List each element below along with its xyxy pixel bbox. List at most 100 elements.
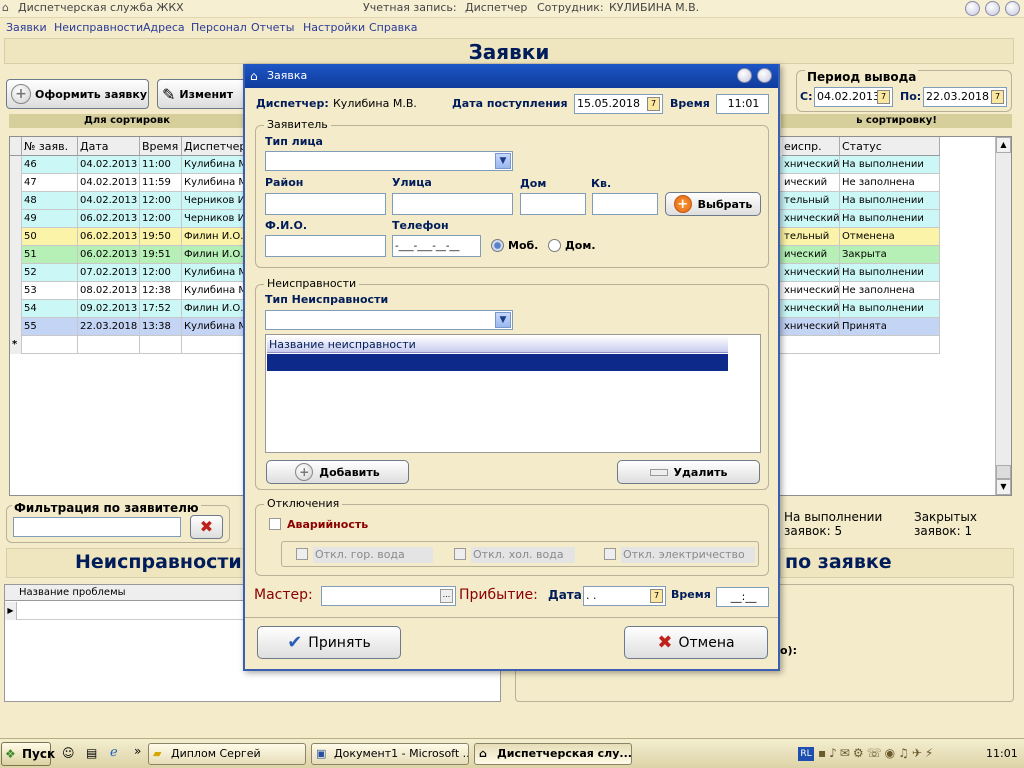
accept-button[interactable]: ✔ Принять <box>257 626 401 659</box>
emergency-checkbox[interactable] <box>269 518 281 530</box>
received-time-label: Время <box>670 97 710 110</box>
fault-list-header[interactable]: Название неисправности <box>267 336 728 353</box>
edit-request-button[interactable]: ✎ Изменит <box>157 79 252 109</box>
dialog-minimize-button[interactable] <box>737 68 752 83</box>
cell-type: хнический <box>782 318 840 336</box>
person-type-select[interactable]: ▼ <box>265 151 513 171</box>
ellipsis-icon[interactable]: ... <box>440 589 453 603</box>
received-date-field[interactable]: 15.05.2018 7 <box>574 94 663 114</box>
select-address-button[interactable]: + Выбрать <box>665 192 761 216</box>
quicklaunch-icon[interactable]: ☺ <box>62 746 75 760</box>
filter-input[interactable] <box>13 517 181 537</box>
taskbar-item-folder[interactable]: ▰ Диплом Сергей <box>148 743 306 765</box>
master-field[interactable]: ... <box>321 586 456 606</box>
row-selector[interactable] <box>10 282 22 300</box>
calendar-icon[interactable]: 7 <box>877 90 890 104</box>
scroll-down-icon[interactable]: ▼ <box>996 479 1011 495</box>
home-phone-radio[interactable] <box>548 239 561 252</box>
taskbar-item-word[interactable]: ▣ Документ1 - Microsoft ... <box>311 743 469 765</box>
cell-num: 53 <box>22 282 78 300</box>
column-header-time[interactable]: Время <box>140 137 182 156</box>
taskbar-item-folder-label: Диплом Сергей <box>171 747 261 760</box>
fio-input[interactable] <box>265 235 386 257</box>
column-header-dispatcher[interactable]: Диспетчер <box>182 137 246 156</box>
menu-addresses[interactable]: Адреса <box>143 21 185 34</box>
cell-date: 06.02.2013 <box>78 210 140 228</box>
add-fault-button[interactable]: + Добавить <box>266 460 409 484</box>
row-selector[interactable] <box>10 300 22 318</box>
calendar-icon[interactable]: 7 <box>991 90 1004 104</box>
page-title: Заявки <box>468 40 550 64</box>
row-selector[interactable] <box>10 210 22 228</box>
menu-settings[interactable]: Настройки <box>303 21 365 34</box>
system-tray-icons[interactable]: ▪♪✉⚙☏◉♫✈⚡ <box>818 746 978 762</box>
folder-icon: ▰ <box>153 747 162 760</box>
scroll-thumb[interactable] <box>996 465 1011 479</box>
apartment-input[interactable] <box>592 193 658 215</box>
clear-filter-button[interactable]: ✖ <box>190 515 223 539</box>
electricity-checkbox[interactable] <box>604 548 616 560</box>
details-label: о): <box>780 644 797 657</box>
row-selector[interactable] <box>10 228 22 246</box>
menu-faults[interactable]: Неисправности <box>54 21 143 34</box>
fault-type-select[interactable]: ▼ <box>265 310 513 330</box>
browser-icon[interactable]: ℯ <box>110 745 118 760</box>
dialog-close-button[interactable] <box>757 68 772 83</box>
fault-list[interactable]: Название неисправности <box>265 334 761 453</box>
create-request-button[interactable]: + Оформить заявку <box>6 79 149 109</box>
row-selector[interactable] <box>10 156 22 174</box>
scroll-up-icon[interactable]: ▲ <box>996 137 1011 153</box>
menu-requests[interactable]: Заявки <box>6 21 47 34</box>
select-address-label: Выбрать <box>697 197 753 211</box>
taskbar-item-app[interactable]: ⌂ Диспетчерская слу... <box>474 743 632 765</box>
menu-reports[interactable]: Отчеты <box>251 21 294 34</box>
row-selector[interactable] <box>10 192 22 210</box>
row-selector[interactable] <box>10 318 22 336</box>
grid-scrollbar[interactable]: ▲ ▼ <box>995 137 1011 495</box>
cell-date: 08.02.2013 <box>78 282 140 300</box>
home-icon: ⌂ <box>250 69 258 83</box>
menu-personnel[interactable]: Персонал <box>191 21 247 34</box>
row-selector[interactable] <box>10 264 22 282</box>
desktop-icon[interactable]: ▤ <box>86 746 97 760</box>
district-input[interactable] <box>265 193 386 215</box>
column-header-number[interactable]: № заяв. <box>22 137 78 156</box>
hot-water-checkbox[interactable] <box>296 548 308 560</box>
cell-date: 06.02.2013 <box>78 246 140 264</box>
period-from-field[interactable]: 04.02.2013 7 <box>814 87 893 107</box>
chevron-right-icon[interactable]: » <box>134 744 141 758</box>
cold-water-label: Откл. хол. вода <box>471 547 575 563</box>
calendar-icon[interactable]: 7 <box>647 97 660 111</box>
start-button[interactable]: ❖ Пуск <box>1 742 55 766</box>
delete-fault-button[interactable]: Удалить <box>617 460 760 484</box>
mobile-radio[interactable] <box>491 239 504 252</box>
list-item[interactable] <box>267 354 728 371</box>
house-input[interactable] <box>520 193 586 215</box>
district-label: Район <box>265 176 304 189</box>
street-input[interactable] <box>392 193 513 215</box>
period-to-field[interactable]: 22.03.2018 7 <box>923 87 1007 107</box>
row-selector[interactable] <box>10 174 22 192</box>
arrival-time-field[interactable]: __:__ <box>716 587 769 607</box>
calendar-icon[interactable]: 7 <box>650 589 663 603</box>
menu-help[interactable]: Справка <box>369 21 417 34</box>
row-selector[interactable] <box>10 246 22 264</box>
language-indicator[interactable]: RL <box>798 747 814 761</box>
cold-water-checkbox[interactable] <box>454 548 466 560</box>
column-header-status[interactable]: Статус <box>840 137 940 156</box>
received-time-field[interactable]: 11:01 <box>716 94 769 114</box>
close-button[interactable] <box>1005 1 1020 16</box>
master-label: Мастер: <box>254 587 313 603</box>
minimize-button[interactable] <box>965 1 980 16</box>
maximize-button[interactable] <box>985 1 1000 16</box>
phone-input[interactable] <box>392 235 481 257</box>
cancel-button[interactable]: ✖ Отмена <box>624 626 768 659</box>
cell-status: Принята <box>840 318 940 336</box>
home-icon: ⌂ <box>479 747 487 760</box>
column-header-date[interactable]: Дата <box>78 137 140 156</box>
cell-status: Не заполнена <box>840 174 940 192</box>
cell-date: 04.02.2013 <box>78 156 140 174</box>
arrival-date-field[interactable]: . . 7 <box>583 586 666 606</box>
column-header-fault-type[interactable]: еиспр. <box>782 137 840 156</box>
by-request-title: по заявке <box>785 551 892 573</box>
